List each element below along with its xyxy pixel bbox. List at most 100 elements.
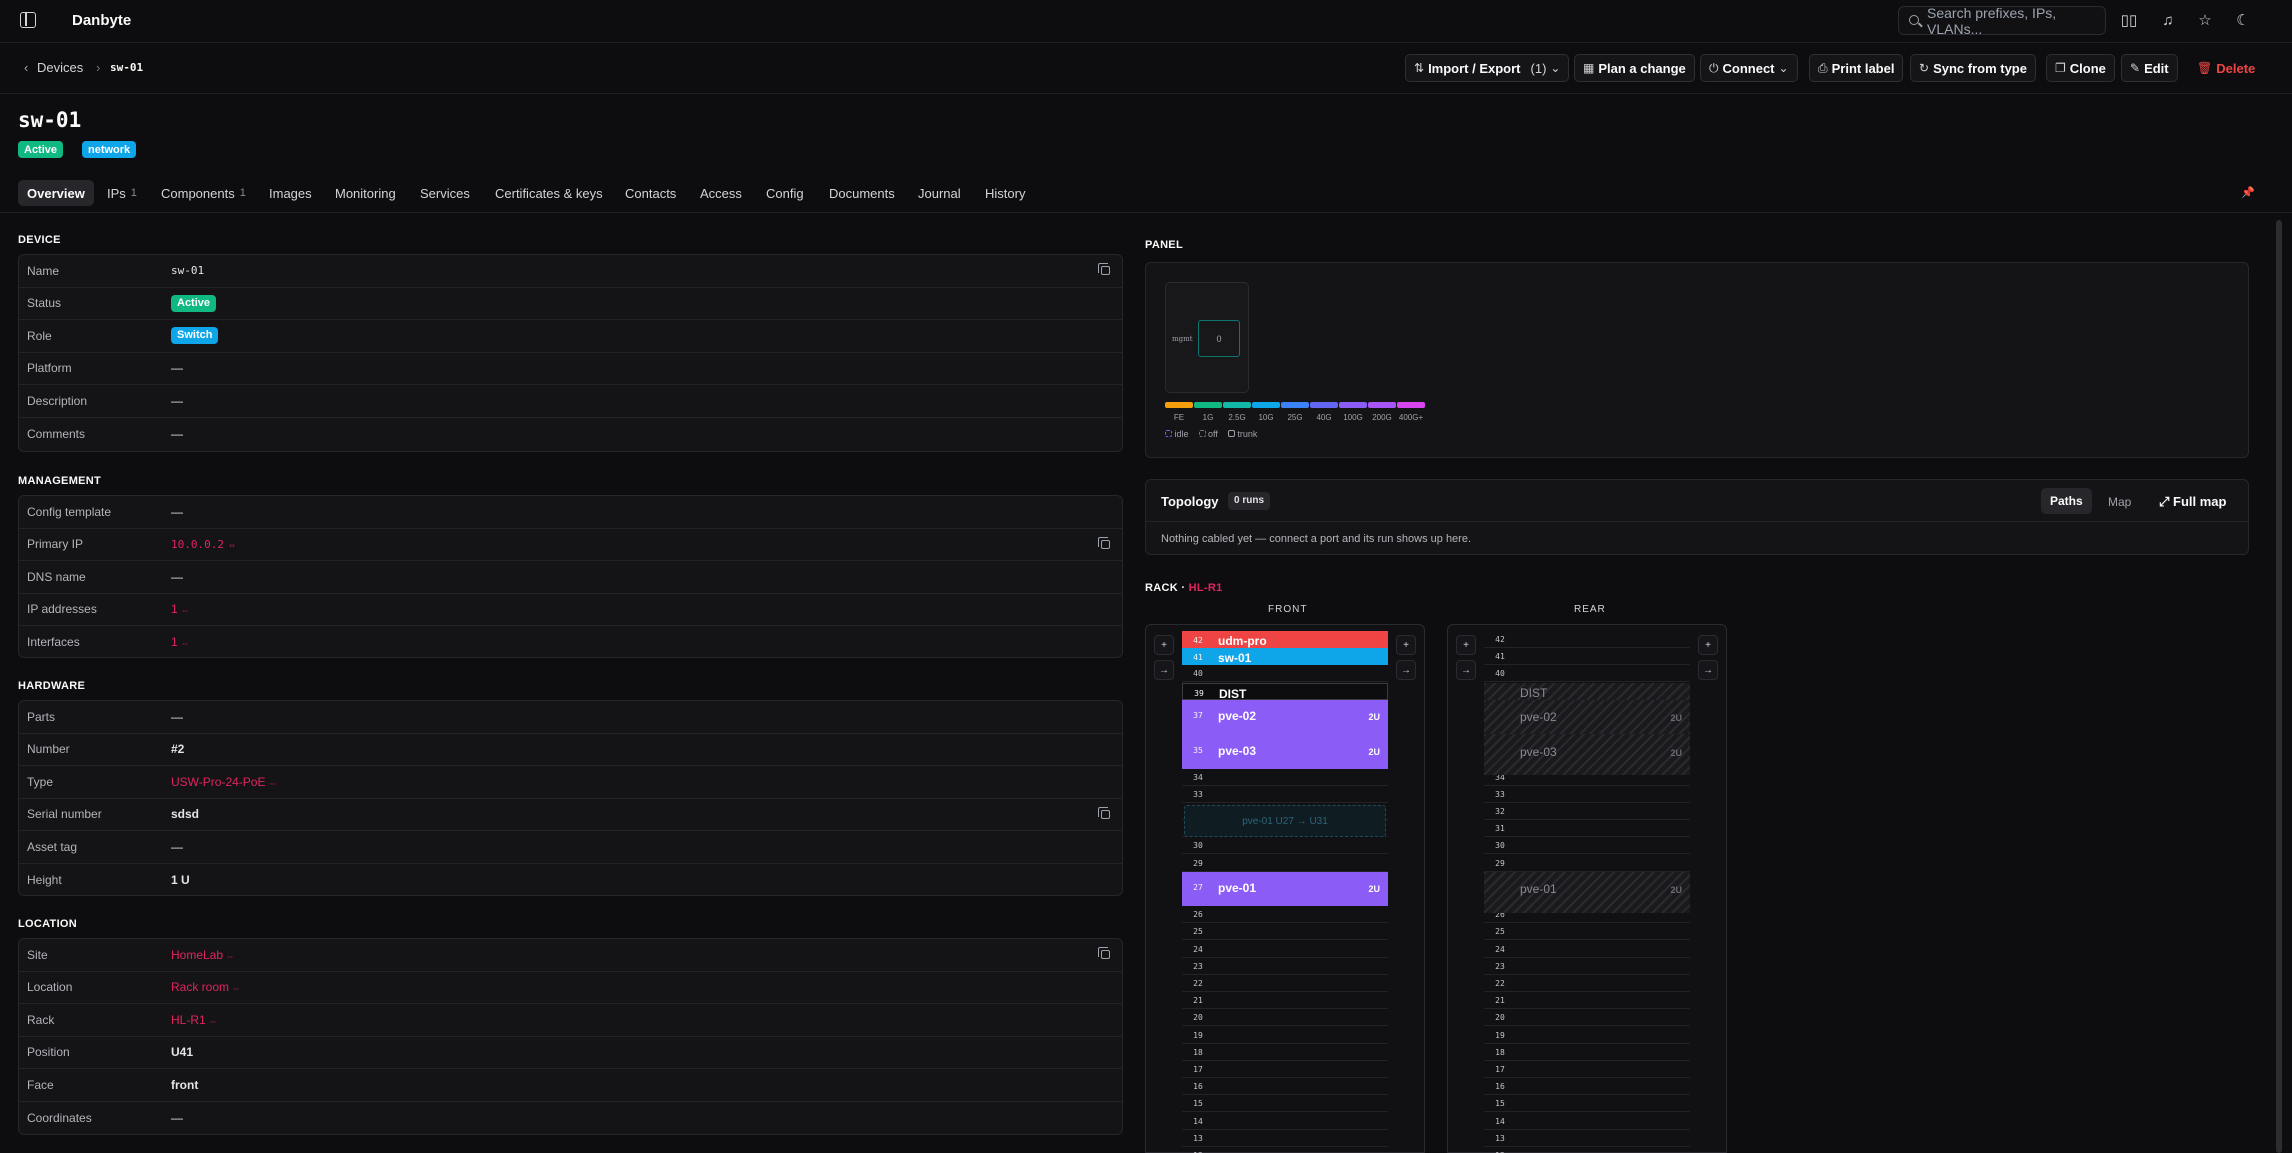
- rack-unit-slot[interactable]: 20: [1182, 1009, 1388, 1027]
- rack-unit-slot[interactable]: 24: [1182, 941, 1388, 958]
- add-top-left-button[interactable]: +: [1154, 635, 1174, 655]
- rack-unit-slot[interactable]: 21: [1182, 992, 1388, 1010]
- add-top-left-button[interactable]: +: [1456, 635, 1476, 655]
- tab-access[interactable]: Access: [691, 180, 751, 206]
- rear-device-pve-01[interactable]: pve-01 2U: [1484, 871, 1690, 914]
- arrow-left-button[interactable]: →: [1456, 660, 1476, 680]
- clone-button[interactable]: ❐ Clone: [2046, 54, 2115, 82]
- book-icon[interactable]: ▯▯: [2120, 12, 2138, 30]
- rack-unit-slot[interactable]: 40: [1484, 665, 1690, 683]
- arrow-right-button[interactable]: →: [1396, 660, 1416, 680]
- breadcrumb-devices[interactable]: Devices: [37, 60, 83, 75]
- rack-unit-slot[interactable]: 32: [1484, 803, 1690, 820]
- rack-unit-slot[interactable]: 26: [1182, 906, 1388, 924]
- rack-unit-slot[interactable]: 12: [1182, 1147, 1388, 1153]
- device-type-link[interactable]: USW-Pro-24-PoE: [171, 775, 277, 789]
- rack-device-pve-01[interactable]: 27 pve-01 2U: [1182, 871, 1388, 907]
- rack-device-udm-pro[interactable]: 42 udm-pro: [1182, 631, 1388, 649]
- site-link[interactable]: HomeLab: [171, 948, 235, 962]
- rack-unit-slot[interactable]: 12: [1484, 1147, 1690, 1153]
- delete-button[interactable]: 🗑 Delete: [2188, 54, 2264, 82]
- tab-services[interactable]: Services: [411, 180, 479, 206]
- rack-unit-slot[interactable]: 15: [1182, 1095, 1388, 1113]
- tab-monitoring[interactable]: Monitoring: [326, 180, 405, 206]
- rack-link[interactable]: HL-R1: [171, 1013, 217, 1027]
- interfaces-link[interactable]: 1: [171, 635, 189, 649]
- primary-ip-link[interactable]: 10.0.0.2: [171, 538, 235, 551]
- edit-button[interactable]: ✎ Edit: [2121, 54, 2178, 82]
- rack-unit-slot[interactable]: 18: [1182, 1044, 1388, 1061]
- tab-journal[interactable]: Journal: [909, 180, 970, 206]
- tab-history[interactable]: History: [976, 180, 1034, 206]
- tab-paths[interactable]: Paths: [2041, 488, 2092, 514]
- copy-icon[interactable]: [1098, 947, 1110, 960]
- rack-unit-slot[interactable]: 31: [1484, 820, 1690, 838]
- add-top-right-button[interactable]: +: [1698, 635, 1718, 655]
- rack-unit-slot[interactable]: 33: [1182, 786, 1388, 803]
- location-link[interactable]: Rack room: [171, 980, 241, 994]
- add-top-right-button[interactable]: +: [1396, 635, 1416, 655]
- rack-device-sw-01[interactable]: 41 sw-01: [1182, 648, 1388, 666]
- tab-certificates[interactable]: Certificates & keys: [486, 180, 612, 206]
- full-map-button[interactable]: ⤢ Full map: [2159, 494, 2226, 510]
- rack-unit-slot[interactable]: 18: [1484, 1044, 1690, 1061]
- plan-change-button[interactable]: ▦ Plan a change: [1574, 54, 1695, 82]
- tab-components[interactable]: Components 1: [152, 180, 255, 206]
- rack-unit-slot[interactable]: 20: [1484, 1009, 1690, 1027]
- moon-icon[interactable]: ☾: [2234, 12, 2252, 30]
- rack-unit-slot[interactable]: 23: [1182, 958, 1388, 975]
- rack-device-DIST[interactable]: 39 DIST: [1182, 682, 1388, 701]
- copy-icon[interactable]: [1098, 263, 1110, 276]
- rack-unit-slot[interactable]: 19: [1182, 1027, 1388, 1044]
- rack-device-pve-02[interactable]: 37 pve-02 2U: [1182, 699, 1388, 735]
- sidebar-toggle-icon[interactable]: [20, 12, 36, 28]
- rack-unit-slot[interactable]: 16: [1484, 1078, 1690, 1096]
- tab-map[interactable]: Map: [2108, 495, 2131, 509]
- rack-unit-slot[interactable]: 41: [1484, 648, 1690, 666]
- rack-unit-slot[interactable]: 25: [1484, 923, 1690, 941]
- tag-badge[interactable]: network: [82, 141, 137, 158]
- rack-unit-slot[interactable]: 42: [1484, 631, 1690, 648]
- rack-unit-slot[interactable]: 19: [1484, 1027, 1690, 1044]
- rack-unit-slot[interactable]: 13: [1484, 1130, 1690, 1147]
- rack-unit-slot[interactable]: 17: [1484, 1061, 1690, 1078]
- rack-unit-slot[interactable]: 22: [1182, 975, 1388, 992]
- rack-unit-slot[interactable]: 30: [1484, 837, 1690, 855]
- tab-contacts[interactable]: Contacts: [616, 180, 685, 206]
- connect-button[interactable]: ⏻ Connect ⌄: [1700, 54, 1798, 82]
- arrow-right-button[interactable]: →: [1698, 660, 1718, 680]
- search-input[interactable]: Search prefixes, IPs, VLANs...: [1898, 5, 2106, 37]
- rack-unit-slot[interactable]: 29: [1484, 855, 1690, 872]
- rack-unit-slot[interactable]: 16: [1182, 1078, 1388, 1096]
- rear-device-pve-03[interactable]: pve-03 2U: [1484, 734, 1690, 776]
- rack-unit-slot[interactable]: 22: [1484, 975, 1690, 992]
- tab-images[interactable]: Images: [260, 180, 321, 206]
- copy-icon[interactable]: [1098, 536, 1110, 549]
- rack-unit-slot[interactable]: 21: [1484, 992, 1690, 1010]
- rack-unit-slot[interactable]: 33: [1484, 786, 1690, 803]
- rack-unit-slot[interactable]: 30: [1182, 837, 1388, 855]
- rack-unit-slot[interactable]: 13: [1182, 1130, 1388, 1147]
- copy-icon[interactable]: [1098, 806, 1110, 819]
- import-export-button[interactable]: ⇅ Import / Export (1) ⌄: [1405, 54, 1570, 82]
- rack-unit-slot[interactable]: 17: [1182, 1061, 1388, 1078]
- rack-unit-slot[interactable]: 23: [1484, 958, 1690, 975]
- rack-unit-slot[interactable]: 24: [1484, 941, 1690, 958]
- rack-link[interactable]: HL-R1: [1189, 582, 1223, 594]
- print-label-button[interactable]: ⎙ Print label: [1809, 54, 1904, 82]
- rear-device-DIST[interactable]: DIST: [1484, 682, 1690, 700]
- rack-unit-slot[interactable]: 40: [1182, 665, 1388, 683]
- rack-unit-slot[interactable]: 29: [1182, 855, 1388, 872]
- rack-unit-slot[interactable]: 34: [1182, 769, 1388, 786]
- rack-device-pve-03[interactable]: 35 pve-03 2U: [1182, 734, 1388, 769]
- role-pill[interactable]: Switch: [171, 327, 219, 345]
- sync-button[interactable]: ↻ Sync from type: [1910, 54, 2036, 82]
- arrow-left-button[interactable]: →: [1154, 660, 1174, 680]
- rack-unit-slot[interactable]: 15: [1484, 1095, 1690, 1113]
- pin-icon[interactable]: 📌: [2241, 186, 2255, 199]
- tab-config[interactable]: Config: [757, 180, 813, 206]
- rack-unit-slot[interactable]: 14: [1182, 1113, 1388, 1130]
- tab-ips[interactable]: IPs 1: [98, 180, 146, 206]
- page-scrollbar[interactable]: [2276, 220, 2282, 1153]
- ip-addresses-link[interactable]: 1: [171, 602, 189, 616]
